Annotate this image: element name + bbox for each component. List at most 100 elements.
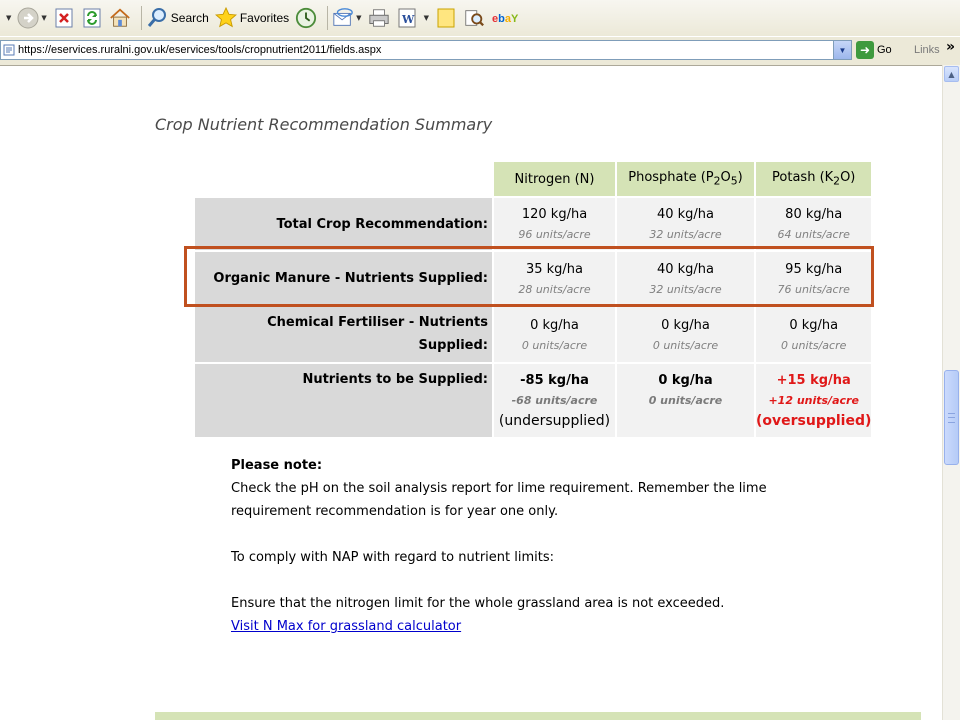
forward-icon: [17, 7, 39, 29]
chevron-down-icon: ▼: [41, 14, 47, 22]
units-per-acre: 0 units/acre: [781, 338, 847, 352]
cell-phosphate: 0 kg/ha 0 units/acre: [617, 307, 754, 362]
potash-text: Potash (K: [772, 170, 834, 186]
units-per-acre: +12 units/acre: [768, 394, 859, 407]
mail-icon: [332, 7, 354, 29]
history-button[interactable]: [295, 3, 317, 33]
potash-close: O): [840, 170, 856, 186]
row-label-total-crop: Total Crop Recommendation:: [195, 198, 492, 250]
column-header-nitrogen: Nitrogen (N): [494, 162, 615, 196]
table-corner: [195, 162, 492, 196]
favorites-label: Favorites: [239, 11, 290, 25]
page-favicon-icon: [3, 44, 15, 56]
search-button[interactable]: Search: [146, 3, 209, 33]
word-icon: W: [396, 7, 418, 29]
table-row: Nutrients to be Supplied: -85 kg/ha -68 u…: [195, 364, 872, 437]
favorites-button[interactable]: Favorites: [214, 3, 290, 33]
address-bar: https://eservices.ruralni.gov.uk/eservic…: [0, 36, 960, 66]
cell-potash: 0 kg/ha 0 units/acre: [756, 307, 872, 362]
favorites-star-icon: [214, 6, 237, 29]
cell-phosphate: 0 kg/ha 0 units/acre: [617, 364, 754, 437]
value: 95 kg/ha: [785, 261, 843, 277]
go-arrow-icon: ➜: [856, 41, 874, 59]
phosphate-o: O: [720, 170, 731, 186]
links-label[interactable]: Links: [914, 44, 940, 56]
value: -85 kg/ha: [520, 373, 589, 388]
ebay-button[interactable]: ebaY: [491, 3, 519, 33]
toolbar-divider: [327, 6, 329, 30]
units-per-acre: 0 units/acre: [648, 394, 723, 407]
units-per-acre: 0 units/acre: [521, 338, 588, 352]
table-row: Chemical Fertiliser - Nutrients Supplied:…: [195, 307, 872, 362]
phosphate-close: ): [737, 170, 743, 186]
units-per-acre: 28 units/acre: [518, 282, 591, 296]
value: 80 kg/ha: [785, 207, 843, 222]
forward-button[interactable]: ▼: [17, 3, 47, 33]
scroll-up-arrow-icon[interactable]: ▲: [944, 66, 959, 82]
nmax-calculator-link[interactable]: Visit N Max for grassland calculator: [231, 619, 461, 634]
ebay-icon: ebaY: [491, 7, 519, 29]
links-chevron-icon[interactable]: »: [946, 39, 955, 55]
notes-button[interactable]: [435, 3, 457, 33]
phosphate-sub-2: 2: [713, 174, 721, 188]
mail-button[interactable]: ▼: [332, 3, 362, 33]
toolbar-divider: [140, 6, 142, 30]
history-icon: [295, 7, 317, 29]
research-icon: [463, 7, 485, 29]
cell-nitrogen: 120 kg/ha 96 units/acre: [494, 198, 615, 250]
search-icon: [146, 7, 168, 29]
browser-toolbar: ▼ ▼ Search Favorites ▼ W ▼ ebaY: [0, 0, 960, 36]
refresh-button[interactable]: [81, 3, 103, 33]
units-per-acre: 64 units/acre: [777, 228, 850, 241]
label-line-2: Supplied:: [418, 338, 488, 353]
cell-potash: 95 kg/ha 76 units/acre: [756, 252, 872, 305]
units-per-acre: 76 units/acre: [777, 282, 850, 296]
url-input[interactable]: https://eservices.ruralni.gov.uk/eservic…: [0, 40, 852, 60]
value: +15 kg/ha: [776, 373, 851, 388]
svg-text:W: W: [401, 13, 415, 26]
vertical-scrollbar[interactable]: ▲: [942, 65, 960, 720]
stop-button[interactable]: [53, 3, 75, 33]
cell-phosphate: 40 kg/ha 32 units/acre: [617, 198, 754, 250]
units-per-acre: -68 units/acre: [511, 394, 598, 407]
cell-nitrogen: -85 kg/ha -68 units/acre (undersupplied): [494, 364, 615, 437]
label-line-1: Chemical Fertiliser - Nutrients: [267, 315, 488, 330]
go-button[interactable]: ➜ Go: [856, 40, 892, 60]
home-button[interactable]: [109, 3, 131, 33]
notes-icon: [435, 7, 457, 29]
value: 0 kg/ha: [789, 317, 839, 333]
units-per-acre: 32 units/acre: [649, 282, 722, 296]
stop-icon: [53, 7, 75, 29]
value: 0 kg/ha: [530, 317, 579, 333]
status-note: (oversupplied): [756, 413, 872, 429]
chevron-down-icon: ▼: [6, 14, 12, 22]
url-text: https://eservices.ruralni.gov.uk/eservic…: [18, 44, 382, 56]
nutrient-summary-table: Nitrogen (N) Phosphate (P2O5) Potash (K2…: [193, 160, 873, 439]
back-dropdown[interactable]: ▼: [4, 3, 11, 33]
notes-line: Check the pH on the soil analysis report…: [231, 481, 767, 496]
research-button[interactable]: [463, 3, 485, 33]
page-title: Crop Nutrient Recommendation Summary: [155, 115, 493, 134]
column-header-potash: Potash (K2O): [756, 162, 872, 196]
value: 0 kg/ha: [658, 373, 713, 388]
value: 120 kg/ha: [521, 207, 588, 222]
value: 40 kg/ha: [656, 261, 715, 277]
chevron-down-icon: ▼: [356, 14, 362, 22]
scroll-thumb[interactable]: [944, 370, 959, 465]
search-label: Search: [170, 11, 209, 25]
address-dropdown-icon[interactable]: ▼: [833, 41, 851, 59]
row-label-nutrients-to-supply: Nutrients to be Supplied:: [195, 364, 492, 437]
footer-band: [155, 712, 921, 720]
notes-title: Please note:: [231, 458, 323, 473]
word-edit-button[interactable]: W ▼: [396, 3, 429, 33]
notes-section: Please note: Check the pH on the soil an…: [231, 454, 831, 638]
value: 40 kg/ha: [656, 207, 715, 222]
row-label-organic-manure: Organic Manure - Nutrients Supplied:: [195, 252, 492, 305]
table-row: Total Crop Recommendation: 120 kg/ha 96 u…: [195, 198, 872, 250]
print-button[interactable]: [368, 3, 390, 33]
notes-line: requirement recommendation is for year o…: [231, 504, 559, 519]
notes-line: To comply with NAP with regard to nutrie…: [231, 550, 554, 565]
notes-line: Ensure that the nitrogen limit for the w…: [231, 596, 725, 611]
